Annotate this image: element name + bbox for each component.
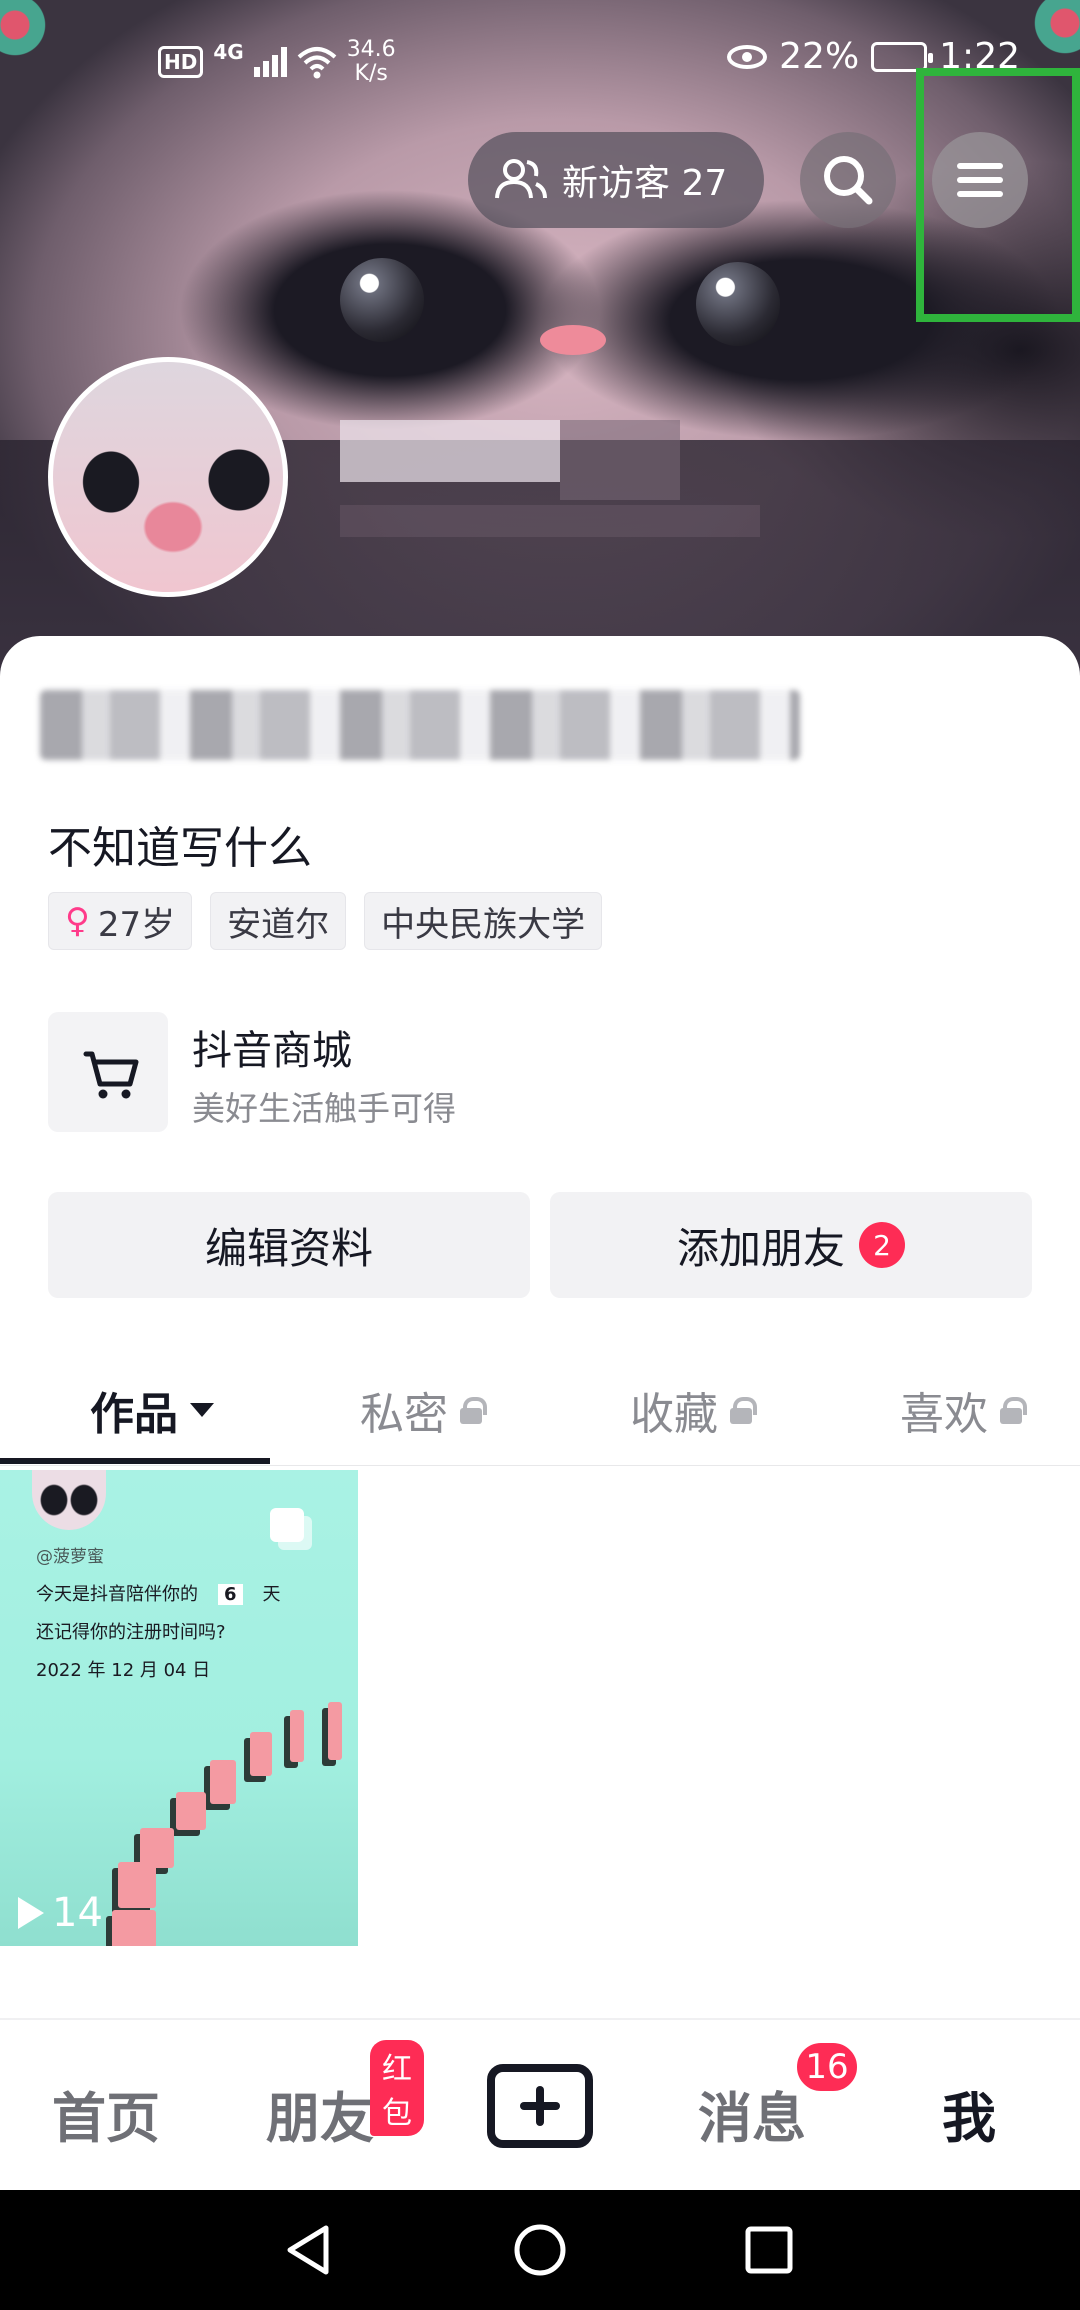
nav-home[interactable]: 首页 (52, 2074, 160, 2153)
video-thumbnail[interactable]: @菠萝蜜 今天是抖音陪伴你的 6 天 还记得你的注册时间吗? 2022 年 12 月… (0, 1470, 358, 1946)
home-icon[interactable] (514, 2224, 566, 2276)
nav-messages-label: 消息 (698, 2087, 806, 2150)
nickname-pixelated-2 (560, 420, 680, 500)
speed-unit: K/s (354, 61, 388, 86)
tag-location: 安道尔 (210, 892, 347, 950)
nickname-pixelated (340, 420, 560, 482)
recents-icon[interactable] (745, 2226, 793, 2274)
search-icon (824, 156, 873, 205)
video-handle: @菠萝蜜 (36, 1547, 104, 1567)
tab-private-label: 私密 (360, 1389, 448, 1440)
multi-image-icon (270, 1508, 314, 1552)
tag-school: 中央民族大学 (364, 892, 603, 950)
bottom-nav: 首页 朋友 红包 消息 16 我 (0, 2020, 1080, 2190)
stair-block (112, 1910, 156, 1946)
tab-likes[interactable]: 喜欢 (900, 1378, 1027, 1442)
stats-row-pixelated (40, 690, 800, 760)
network-type: 4G (213, 40, 244, 64)
system-navigation-bar (0, 2190, 1080, 2310)
messages-badge: 16 (794, 2040, 860, 2094)
cover-eye-left (340, 258, 424, 342)
play-count: 14 (18, 1890, 103, 1936)
douyin-mall-entry[interactable]: 抖音商城 美好生活触手可得 (48, 1012, 1048, 1132)
video-caption-line1: 今天是抖音陪伴你的 6 天 (36, 1580, 281, 1606)
shopping-cart-icon (83, 1051, 139, 1099)
eye-comfort-icon (727, 44, 768, 69)
lock-icon (730, 1397, 757, 1424)
mall-title: 抖音商城 (192, 1028, 352, 1074)
search-button[interactable] (800, 132, 896, 228)
nav-messages[interactable]: 消息 16 (698, 2040, 860, 2153)
create-button[interactable] (487, 2064, 593, 2148)
stair-block (210, 1760, 236, 1804)
caption-line1-prefix: 今天是抖音陪伴你的 (36, 1584, 198, 1605)
profile-tags: ♀ 27岁 安道尔 中央民族大学 (48, 892, 603, 950)
mall-subtitle: 美好生活触手可得 (192, 1089, 456, 1128)
lock-icon (1000, 1397, 1027, 1424)
status-left: HD 4G 34.6 K/s (158, 38, 396, 86)
signal-icon (253, 47, 287, 77)
profile-screen: HD 4G 34.6 K/s 22% 1:22 新访客 27 不知道写什么 ♀ … (0, 0, 1080, 2310)
caption-days: 6 (218, 1584, 243, 1605)
tag-age-label: 27岁 (97, 904, 176, 945)
wifi-icon (297, 47, 337, 79)
cover-nose (540, 325, 606, 355)
lock-icon (460, 1397, 487, 1424)
tag-location-label: 安道尔 (227, 904, 330, 945)
active-tab-indicator (0, 1458, 270, 1464)
content-tabs: 作品 私密 收藏 喜欢 (0, 1360, 1080, 1466)
bio-text: 不知道写什么 (48, 823, 312, 874)
video-creator-avatar (32, 1470, 106, 1530)
dropdown-caret-icon (190, 1403, 214, 1417)
visitors-icon (495, 159, 547, 199)
cover-eye-right (696, 262, 780, 346)
battery-percent: 22% (779, 36, 860, 77)
tab-favorites[interactable]: 收藏 (630, 1378, 757, 1442)
tab-works[interactable]: 作品 (90, 1378, 214, 1442)
battery-icon (871, 41, 934, 72)
plus-icon (520, 2086, 560, 2126)
stair-block (118, 1862, 156, 1908)
tag-gender-age: ♀ 27岁 (48, 892, 193, 950)
stair-block (176, 1792, 206, 1830)
play-icon (18, 1897, 44, 1929)
mall-icon-box (48, 1012, 168, 1132)
new-visitors-label: 新访客 27 (562, 163, 728, 204)
system-nav-icons (287, 2224, 793, 2276)
avatar[interactable] (48, 357, 288, 597)
edit-profile-button[interactable]: 编辑资料 (48, 1192, 530, 1298)
tab-likes-label: 喜欢 (900, 1389, 988, 1440)
add-friend-button[interactable]: 添加朋友 2 (550, 1192, 1032, 1298)
stair-block (290, 1710, 304, 1762)
nav-me[interactable]: 我 (942, 2074, 996, 2153)
stair-block (328, 1702, 342, 1760)
menu-highlight-box (916, 68, 1080, 322)
caption-line1-suffix: 天 (262, 1584, 281, 1605)
play-count-value: 14 (52, 1890, 103, 1936)
add-friend-badge: 2 (859, 1222, 905, 1268)
douyin-id-pixelated (340, 505, 760, 537)
tab-works-label: 作品 (90, 1389, 178, 1440)
stair-block (250, 1732, 272, 1776)
back-icon[interactable] (287, 2225, 329, 2275)
edit-profile-label: 编辑资料 (204, 1223, 373, 1273)
network-speed: 34.6 K/s (347, 38, 396, 86)
new-visitors-button[interactable]: 新访客 27 (468, 132, 764, 228)
red-packet-badge: 红包 (370, 2040, 424, 2136)
tab-private[interactable]: 私密 (360, 1378, 487, 1442)
female-icon: ♀ (65, 901, 90, 941)
video-caption-line3: 2022 年 12 月 04 日 (36, 1660, 211, 1681)
tag-school-label: 中央民族大学 (381, 904, 586, 945)
hd-icon: HD (158, 46, 204, 78)
tab-favorites-label: 收藏 (630, 1389, 718, 1440)
nav-friends-label: 朋友 (266, 2087, 374, 2150)
add-friend-label: 添加朋友 (676, 1223, 845, 1273)
speed-value: 34.6 (346, 37, 396, 62)
nav-friends[interactable]: 朋友 红包 (266, 2040, 424, 2153)
video-caption-line2: 还记得你的注册时间吗? (36, 1622, 226, 1643)
